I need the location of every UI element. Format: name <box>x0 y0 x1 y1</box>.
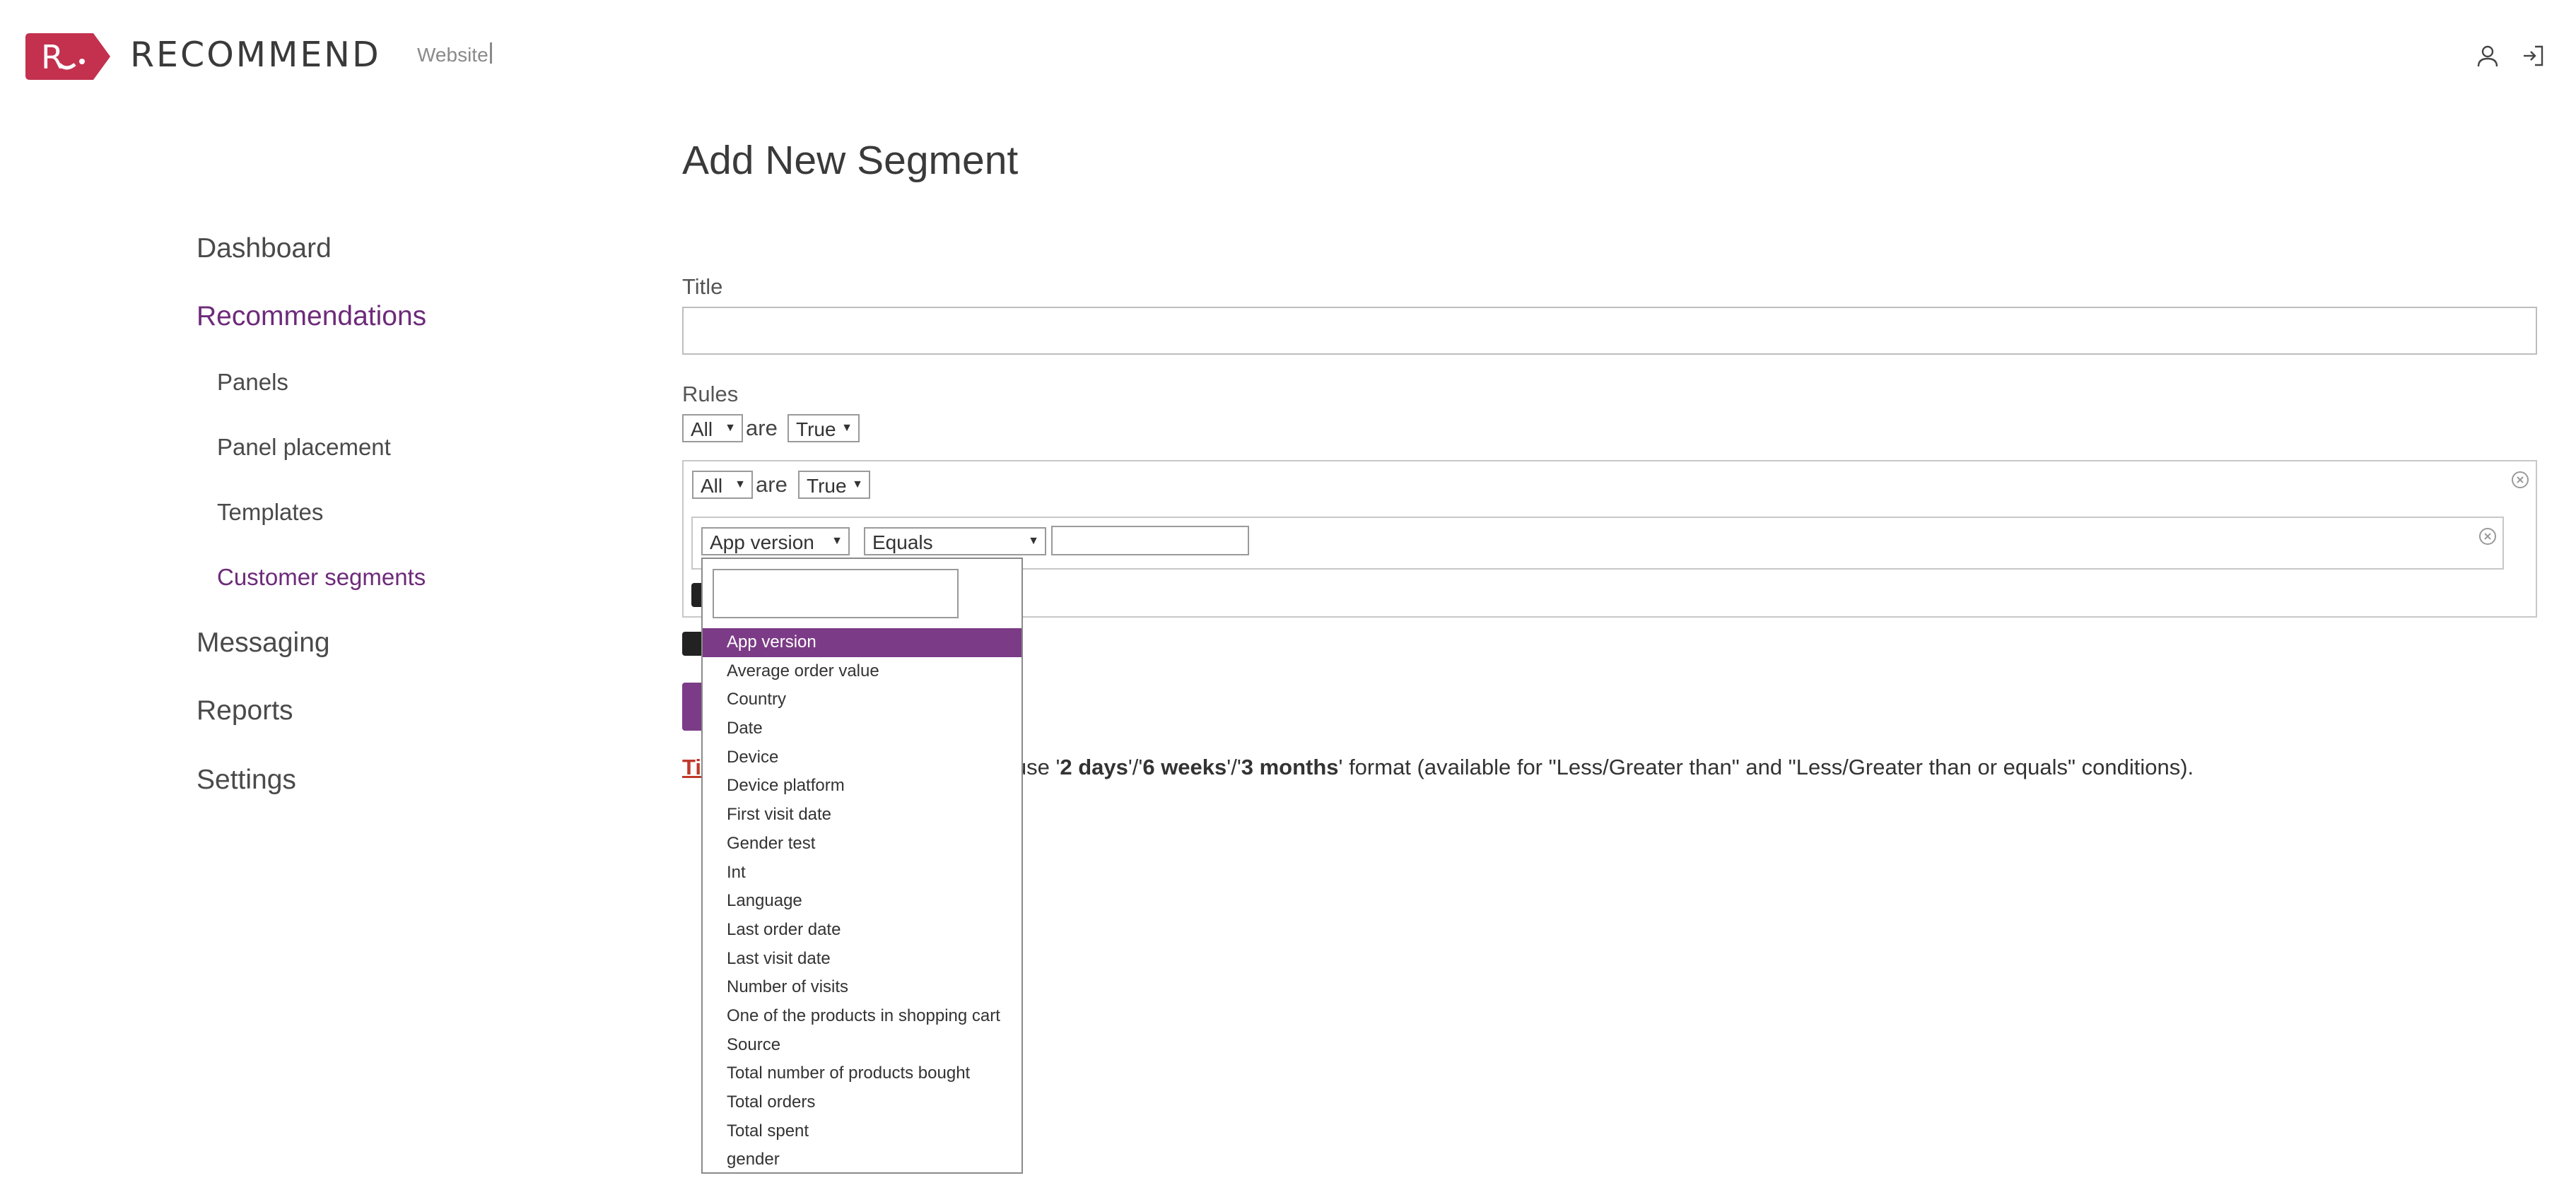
logo-badge[interactable]: R <box>25 33 110 80</box>
logo-text[interactable]: RECOMMEND <box>130 35 381 75</box>
dropdown-option[interactable]: App version <box>703 628 1021 657</box>
dropdown-option[interactable]: Last visit date <box>703 945 1021 974</box>
tip-label: Ti <box>682 755 701 779</box>
sidebar-item-customer-segments[interactable]: Customer segments <box>217 564 426 591</box>
condition-value-input[interactable] <box>1051 526 1249 555</box>
rules-quantifier-value: All <box>691 418 713 440</box>
dropdown-option[interactable]: Device platform <box>703 772 1021 801</box>
dropdown-option[interactable]: Total orders <box>703 1088 1021 1117</box>
sidebar-item-panel-placement[interactable]: Panel placement <box>217 434 391 461</box>
group-quantifier-value: All <box>701 475 723 497</box>
tip-bold-1: 2 days <box>1060 755 1128 779</box>
dropdown-options-list: App version Average order value Country … <box>703 628 1021 1174</box>
dropdown-arrow-icon: ▼ <box>1028 535 1039 547</box>
sidebar-item-panels[interactable]: Panels <box>217 369 288 396</box>
dropdown-option[interactable]: One of the products in shopping cart <box>703 1002 1021 1031</box>
group-are-text: are <box>756 472 788 497</box>
sidebar-item-settings[interactable]: Settings <box>197 765 296 796</box>
dropdown-option[interactable]: Int <box>703 859 1021 888</box>
sidebar-item-recommendations[interactable]: Recommendations <box>197 301 426 332</box>
sidebar-item-messaging[interactable]: Messaging <box>197 627 330 659</box>
tip-bold-3: 3 months <box>1241 755 1339 779</box>
dropdown-arrow-icon: ▼ <box>831 535 843 547</box>
rules-truth-value: True <box>796 418 836 440</box>
group-truth-select[interactable]: True ▼ <box>798 471 870 499</box>
site-selector[interactable]: Website <box>417 44 488 66</box>
dropdown-option[interactable]: Date <box>703 714 1021 743</box>
dropdown-option[interactable]: Last order date <box>703 916 1021 945</box>
top-header: R RECOMMEND Website <box>0 0 2576 113</box>
tip-bold-2: 6 weeks <box>1142 755 1227 779</box>
dropdown-arrow-icon: ▼ <box>852 478 863 490</box>
dropdown-option[interactable]: Total number of products bought <box>703 1059 1021 1088</box>
condition-field-select[interactable]: App version ▼ <box>701 527 850 555</box>
dropdown-arrow-icon: ▼ <box>725 422 736 434</box>
dropdown-arrow-icon: ▼ <box>734 478 746 490</box>
remove-group-icon[interactable] <box>2511 471 2529 489</box>
tip-sep-1: '/' <box>1128 755 1143 779</box>
field-dropdown: App version Average order value Country … <box>701 558 1023 1174</box>
dropdown-option[interactable]: Number of visits <box>703 973 1021 1002</box>
rules-quantifier-select[interactable]: All ▼ <box>682 414 743 442</box>
sidebar-item-templates[interactable]: Templates <box>217 499 323 526</box>
title-input[interactable] <box>682 307 2537 355</box>
rules-truth-select[interactable]: True ▼ <box>788 414 860 442</box>
dropdown-arrow-icon: ▼ <box>841 422 853 434</box>
dropdown-search-input[interactable] <box>713 569 959 618</box>
dropdown-option[interactable]: First visit date <box>703 801 1021 830</box>
page-title: Add New Segment <box>682 138 1019 183</box>
dropdown-option[interactable]: Average order value <box>703 657 1021 686</box>
sidebar-item-reports[interactable]: Reports <box>197 695 293 726</box>
logout-icon[interactable] <box>2521 44 2545 68</box>
tip-text-b: ' format (available for "Less/Greater th… <box>1338 755 2194 779</box>
dropdown-option[interactable]: gender <box>703 1145 1021 1174</box>
user-icon[interactable] <box>2476 44 2500 68</box>
group-quantifier-select[interactable]: All ▼ <box>692 471 753 499</box>
dropdown-option[interactable]: Device <box>703 743 1021 772</box>
condition-field-value: App version <box>710 531 814 553</box>
remove-condition-icon[interactable] <box>2478 527 2497 546</box>
dropdown-option[interactable]: Language <box>703 887 1021 916</box>
group-truth-value: True <box>807 475 847 497</box>
condition-operator-value: Equals <box>872 531 933 553</box>
tip-sep-2: '/' <box>1226 755 1241 779</box>
dropdown-option[interactable]: Source <box>703 1031 1021 1060</box>
dropdown-option[interactable]: Gender test <box>703 830 1021 859</box>
rules-are-text: are <box>746 416 778 440</box>
logo-letter: R <box>41 38 64 76</box>
condition-operator-select[interactable]: Equals ▼ <box>864 527 1046 555</box>
dropdown-option[interactable]: Total spent <box>703 1117 1021 1146</box>
text-caret <box>490 42 492 64</box>
sidebar-item-dashboard[interactable]: Dashboard <box>197 233 332 264</box>
title-label: Title <box>682 274 723 299</box>
dropdown-option[interactable]: Country <box>703 685 1021 714</box>
rules-label: Rules <box>682 382 739 406</box>
